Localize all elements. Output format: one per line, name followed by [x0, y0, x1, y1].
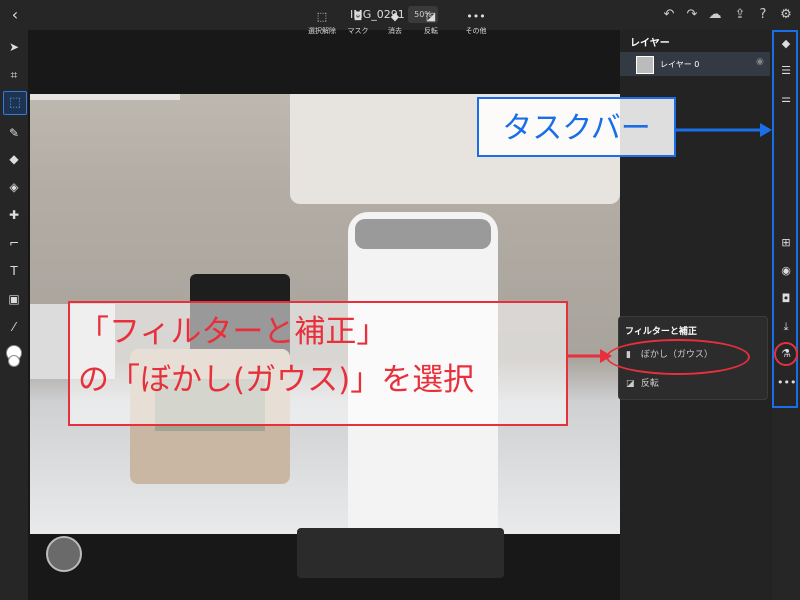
- transform-icon[interactable]: ⌗: [5, 66, 23, 84]
- healing-icon[interactable]: ✚: [5, 206, 23, 224]
- brush-size-indicator[interactable]: [46, 536, 82, 572]
- text-icon[interactable]: T: [5, 262, 23, 280]
- invert-item[interactable]: ◪ 反転: [626, 376, 659, 389]
- brush-icon[interactable]: ✎: [5, 124, 23, 142]
- layer-thumbnail: [636, 56, 654, 74]
- erase-button[interactable]: ◆ 消去: [375, 0, 415, 50]
- filter-menu-title: フィルターと補正: [625, 327, 697, 337]
- more-icon: •••: [466, 10, 486, 23]
- layer-name: レイヤー 0: [660, 60, 700, 69]
- filter-icon-highlight: [774, 342, 798, 366]
- back-icon[interactable]: ‹: [6, 6, 24, 24]
- redo-icon[interactable]: ↷: [683, 6, 701, 24]
- help-icon[interactable]: ?: [754, 6, 772, 24]
- move-icon[interactable]: ➤: [5, 38, 23, 56]
- background-color-icon[interactable]: [8, 355, 20, 367]
- undo-icon[interactable]: ↶: [660, 6, 678, 24]
- mask-icon: ◘: [353, 10, 363, 23]
- erase-icon: ◆: [390, 10, 400, 23]
- cloud-icon[interactable]: ☁: [706, 6, 724, 24]
- invert-icon: ◪: [626, 379, 635, 389]
- invert-button[interactable]: ◪ 反転: [411, 0, 451, 50]
- instruction-line-1: 「フィルターと補正」: [78, 314, 388, 350]
- taskbar-callout: タスクバー: [477, 97, 676, 157]
- invert-icon: ◪: [425, 10, 437, 23]
- more-button[interactable]: ••• その他: [456, 0, 496, 50]
- layers-panel-title: レイヤー: [630, 38, 670, 49]
- gear-icon[interactable]: ⚙: [777, 6, 795, 24]
- instruction-line-2: の「ぼかし(ガウス)」を選択: [78, 362, 475, 398]
- bottom-toolbar: [297, 528, 504, 578]
- image-icon[interactable]: ▣: [5, 290, 23, 308]
- share-icon[interactable]: ⇪: [731, 6, 749, 24]
- deselect-button[interactable]: ⬚ 選択解除: [302, 0, 342, 50]
- left-toolbar: [0, 30, 28, 600]
- crop-icon[interactable]: ⌐: [5, 234, 23, 252]
- mask-button[interactable]: ◘ マスク: [338, 0, 378, 50]
- eyedropper-icon[interactable]: ⁄: [5, 318, 23, 336]
- selection-icon[interactable]: ⬚: [3, 91, 27, 115]
- blur-item-highlight: [606, 339, 750, 375]
- layer-visibility-icon[interactable]: ◉: [756, 57, 764, 67]
- fill-icon[interactable]: ◈: [5, 178, 23, 196]
- deselect-icon: ⬚: [316, 10, 328, 23]
- eraser-icon[interactable]: ◆: [5, 150, 23, 168]
- taskbar-arrow: [676, 123, 772, 137]
